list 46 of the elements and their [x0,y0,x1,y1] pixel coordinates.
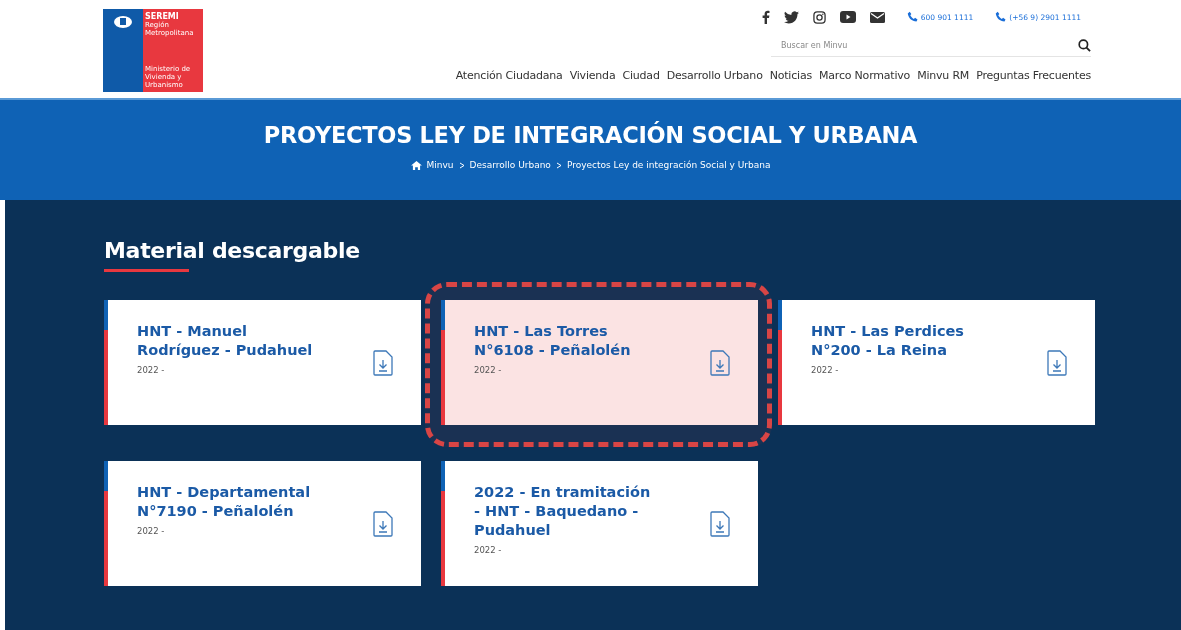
instagram-icon[interactable] [812,10,826,24]
file-download-icon[interactable] [710,510,730,537]
mail-icon[interactable] [869,11,885,23]
phone-icon [906,11,919,23]
phone-icon [995,11,1008,23]
card-title[interactable]: HNT - Departamental N°7190 - Peñalolén [137,483,315,521]
search-field[interactable]: Buscar en Minvu [771,40,1078,50]
card-date: 2022 - [811,364,840,375]
download-card[interactable]: 2022 - En tramitación - HNT - Baquedano - Pudahuel 2022 - [441,461,758,586]
download-card[interactable]: HNT - Las Torres N°6108 - Peñalolén 2022 - [441,300,758,425]
card-title[interactable]: 2022 - En tramitación - HNT - Baquedano - Pudahuel [474,483,652,540]
search-icon[interactable] [1078,38,1091,52]
file-download-icon[interactable] [710,349,730,376]
nav-link[interactable]: Vivienda [569,69,616,82]
breadcrumb-link[interactable]: Proyectos Ley de integración Social y Urbana [566,160,771,170]
card-title[interactable]: HNT - Las Torres N°6108 - Peñalolén [474,322,652,360]
nav-link[interactable]: Atención Ciudadana [455,69,563,82]
twitter-icon[interactable] [783,10,799,24]
file-download-icon[interactable] [1047,349,1067,376]
facebook-icon[interactable] [760,10,770,24]
nav-link[interactable]: Minvu RM [917,69,970,82]
card-title[interactable]: HNT - Manuel Rodríguez - Pudahuel [137,322,315,360]
nav-link[interactable]: Desarrollo Urbano [666,69,763,82]
breadcrumb-separator-icon [555,161,562,169]
breadcrumb-link[interactable]: Minvu [426,160,454,170]
file-download-icon[interactable] [373,510,393,537]
breadcrumb-separator-icon [458,161,465,169]
breadcrumb-link[interactable]: Desarrollo Urbano [469,160,551,170]
file-download-icon[interactable] [373,349,393,376]
card-date: 2022 - [137,525,166,536]
section-title: Material descargable [104,238,360,263]
nav-link[interactable]: Marco Normativo [819,69,911,82]
card-title[interactable]: HNT - Las Perdices N°200 - La Reina [811,322,989,360]
home-icon[interactable] [410,160,422,170]
download-card[interactable]: HNT - Manuel Rodríguez - Pudahuel 2022 - [104,300,421,425]
nav-link[interactable]: Noticias [769,69,812,82]
card-date: 2022 - [474,544,503,555]
card-date: 2022 - [474,364,503,375]
download-card[interactable]: HNT - Departamental N°7190 - Peñalolén 2022 - [104,461,421,586]
nav-link[interactable]: Ciudad [622,69,660,82]
nav-link[interactable]: Preguntas Frecuentes [976,69,1091,82]
card-date: 2022 - [137,364,166,375]
page-title: PROYECTOS LEY DE INTEGRACIÓN SOCIAL Y URBANA [263,122,918,148]
logo-title: SEREMI [145,12,180,21]
youtube-icon[interactable] [839,11,856,23]
download-card[interactable]: HNT - Las Perdices N°200 - La Reina 2022 - [778,300,1095,425]
